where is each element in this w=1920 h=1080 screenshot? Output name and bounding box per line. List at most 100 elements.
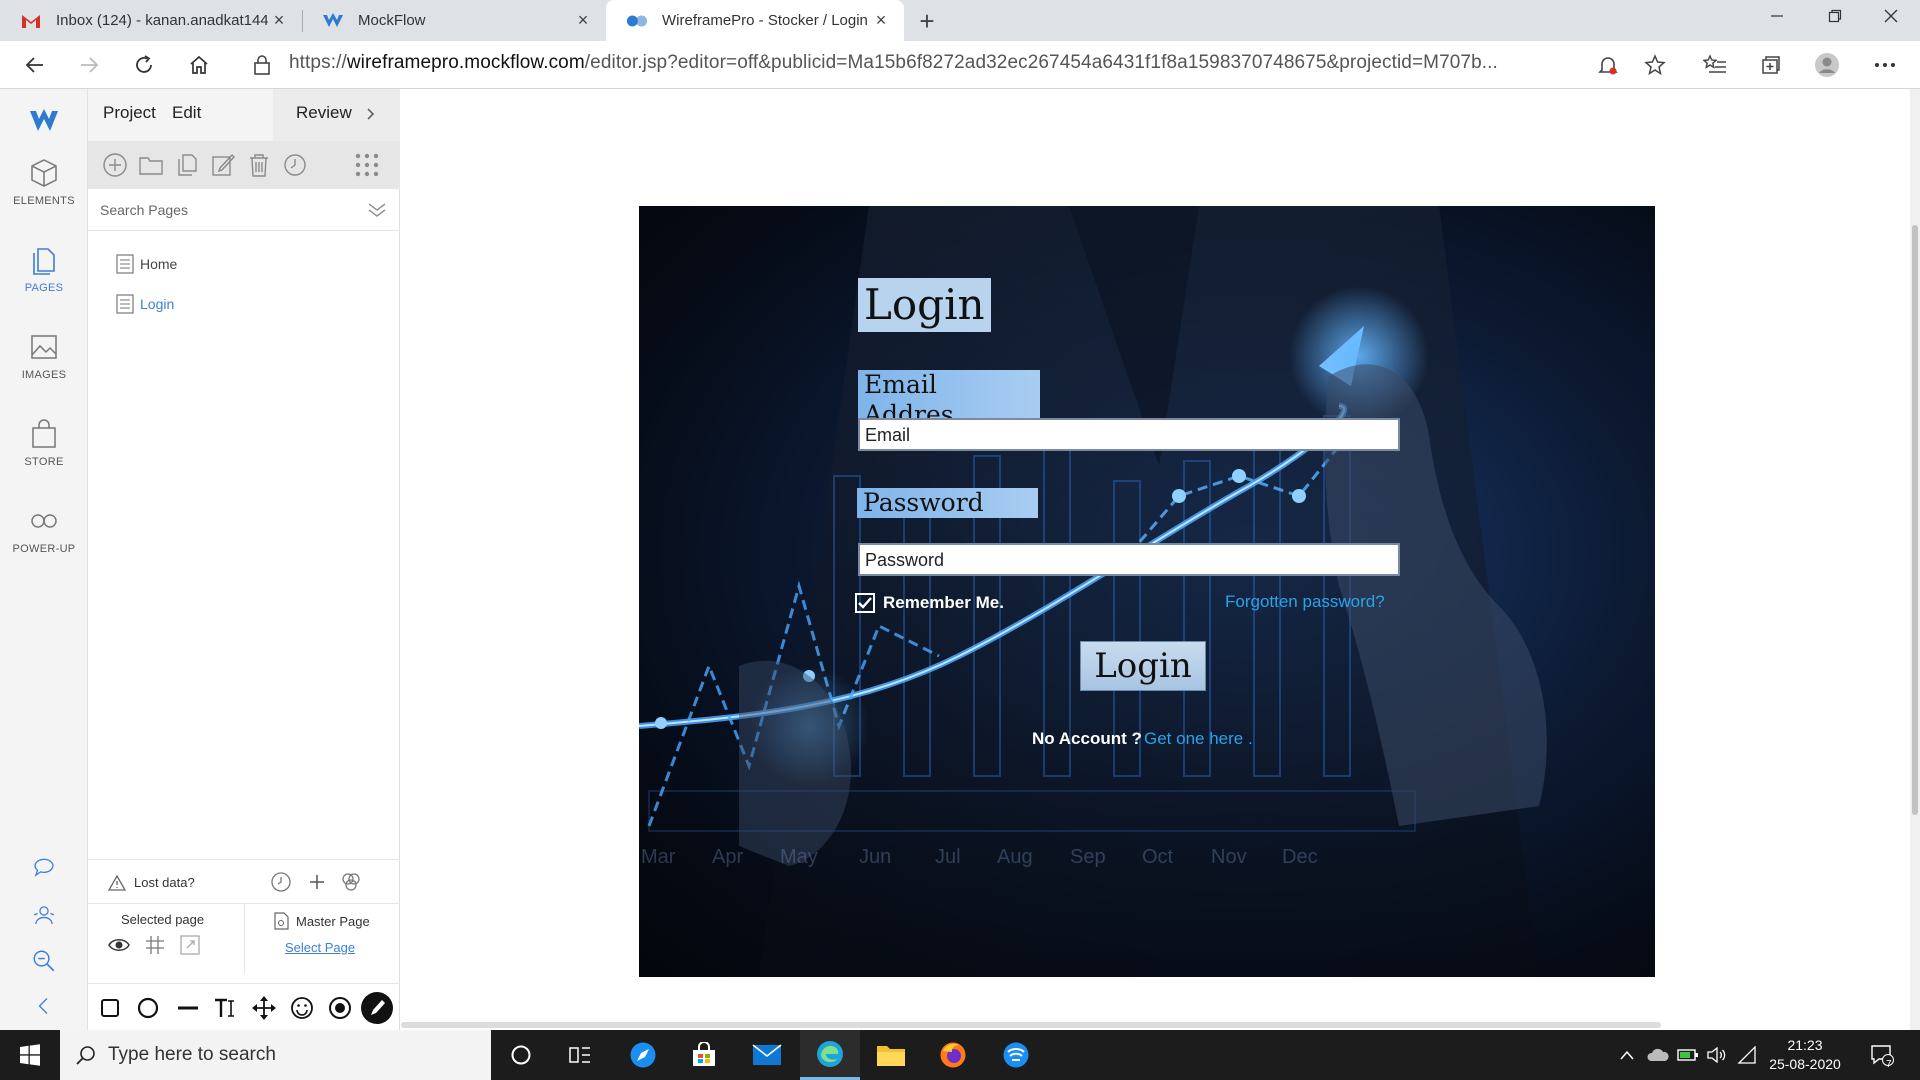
url-field[interactable]: https://wireframepro.mockflow.com/editor… — [289, 52, 1498, 74]
lost-data-bar: Lost data? — [88, 859, 400, 903]
tab-gmail[interactable]: Inbox (124) - kanan.anadkat1441 × — [0, 0, 302, 41]
favorites-list-icon[interactable] — [1700, 50, 1730, 80]
search-pages-input[interactable]: Search Pages — [100, 202, 188, 218]
plus-icon[interactable] — [306, 871, 328, 893]
layers-settings-icon[interactable] — [340, 871, 362, 893]
firefox-icon[interactable] — [923, 1030, 983, 1080]
close-icon[interactable]: × — [268, 10, 290, 32]
close-icon[interactable]: × — [572, 10, 594, 32]
minimize-button[interactable] — [1748, 0, 1806, 32]
page-item-login[interactable]: Login — [116, 294, 174, 314]
menu-review[interactable]: Review — [296, 103, 352, 123]
double-chevron-down-icon[interactable] — [367, 201, 387, 219]
forgot-password-link[interactable]: Forgotten password? — [1225, 592, 1385, 612]
taskbar-search-box[interactable]: Type here to search — [60, 1030, 491, 1080]
month-label: May — [780, 846, 818, 868]
cortana-icon[interactable] — [491, 1030, 551, 1080]
month-label: Jun — [859, 846, 892, 868]
search-pages-field[interactable]: Search Pages — [88, 189, 400, 231]
menu-edit[interactable]: Edit — [172, 103, 201, 123]
rail-power-up[interactable]: POWER-UP — [0, 505, 88, 555]
safari-browser-icon[interactable] — [613, 1030, 673, 1080]
checkbox-checked-icon[interactable] — [855, 593, 875, 613]
remember-me-checkbox[interactable]: Remember Me. — [855, 593, 1004, 613]
wireframe-login-frame[interactable]: Mar Apr May Jun Jul Aug Sep Oct Nov Dec … — [639, 206, 1655, 977]
page-item-home[interactable]: Home — [116, 254, 177, 274]
tab-mockflow[interactable]: MockFlow × — [302, 0, 606, 41]
back-arrow-icon[interactable] — [20, 50, 50, 80]
rail-pages[interactable]: PAGES — [0, 244, 88, 294]
resize-icon[interactable] — [180, 935, 200, 955]
password-label[interactable]: Password — [857, 488, 1038, 518]
new-tab-button[interactable]: + — [912, 6, 942, 36]
add-page-icon[interactable] — [102, 152, 128, 178]
restore-button[interactable] — [1806, 0, 1864, 32]
windows-start-icon[interactable] — [0, 1030, 60, 1080]
collapse-chevron-icon[interactable] — [0, 994, 88, 1024]
more-options-icon[interactable] — [1870, 50, 1900, 80]
zoom-icon[interactable] — [0, 948, 88, 980]
wifi-app-icon[interactable] — [986, 1030, 1046, 1080]
onedrive-icon[interactable] — [1643, 1030, 1673, 1080]
rail-elements[interactable]: ELEMENTS — [0, 157, 88, 207]
lock-icon[interactable] — [247, 50, 277, 80]
chat-icon[interactable] — [0, 854, 88, 886]
chevron-right-icon[interactable] — [363, 107, 377, 121]
email-input[interactable]: Email — [858, 418, 1400, 451]
favorite-star-icon[interactable] — [1640, 50, 1670, 80]
vertical-scroll-thumb[interactable] — [1912, 225, 1918, 815]
close-window-button[interactable] — [1862, 0, 1920, 32]
rectangle-tool-icon[interactable] — [96, 994, 124, 1022]
chevron-up-icon[interactable] — [1612, 1030, 1642, 1080]
circle-tool-icon[interactable] — [134, 994, 162, 1022]
horizontal-scrollbar[interactable] — [401, 1022, 1661, 1028]
file-explorer-icon[interactable] — [861, 1030, 921, 1080]
edit-icon[interactable] — [210, 152, 236, 178]
mockflow-logo[interactable] — [0, 105, 88, 143]
collaborators-icon[interactable] — [0, 902, 88, 934]
battery-icon[interactable] — [1673, 1030, 1703, 1080]
line-tool-icon[interactable] — [174, 994, 202, 1022]
pen-tool-icon[interactable] — [360, 991, 394, 1025]
select-page-link[interactable]: Select Page — [285, 940, 355, 955]
home-icon[interactable] — [184, 50, 214, 80]
move-tool-icon[interactable] — [250, 994, 278, 1022]
network-icon[interactable] — [1732, 1030, 1762, 1080]
system-clock[interactable]: 21:23 25-08-2020 — [1762, 1036, 1848, 1074]
profile-avatar-icon[interactable] — [1812, 50, 1842, 80]
lost-data-link[interactable]: Lost data? — [134, 875, 195, 890]
mail-icon[interactable] — [737, 1030, 797, 1080]
folder-icon[interactable] — [138, 152, 164, 178]
eye-icon[interactable] — [108, 936, 130, 954]
login-button[interactable]: Login — [1080, 641, 1206, 691]
notification-center-icon[interactable]: 7 — [1862, 1030, 1902, 1080]
refresh-icon[interactable] — [129, 50, 159, 80]
radio-tool-icon[interactable] — [326, 994, 354, 1022]
emoji-tool-icon[interactable] — [288, 994, 316, 1022]
history-icon[interactable] — [270, 871, 292, 893]
master-page-icon — [274, 912, 289, 930]
password-input[interactable]: Password — [858, 543, 1400, 576]
collections-icon[interactable] — [1756, 50, 1786, 80]
grid-dots-icon[interactable] — [354, 152, 380, 178]
rail-store[interactable]: STORE — [0, 418, 88, 468]
forward-arrow-icon[interactable] — [74, 50, 104, 80]
trash-icon[interactable] — [246, 152, 272, 178]
signup-link[interactable]: Get one here . — [1144, 729, 1253, 749]
menu-project[interactable]: Project — [103, 103, 156, 123]
tab-wireframepro[interactable]: WireframePro - Stocker / Login × — [606, 0, 904, 41]
panel-menu: Project Edit Review — [88, 89, 400, 141]
taskbar-search-input[interactable]: Type here to search — [108, 1044, 276, 1066]
history-icon[interactable] — [282, 152, 308, 178]
edge-browser-icon[interactable] — [800, 1030, 860, 1080]
rail-images[interactable]: IMAGES — [0, 331, 88, 381]
notification-bell-icon[interactable] — [1593, 50, 1623, 80]
close-icon[interactable]: × — [870, 10, 892, 32]
task-view-icon[interactable] — [550, 1030, 610, 1080]
grid-icon[interactable] — [145, 935, 165, 955]
text-tool-icon[interactable] — [212, 994, 240, 1022]
duplicate-icon[interactable] — [174, 152, 200, 178]
login-title[interactable]: Login — [858, 278, 991, 332]
volume-icon[interactable] — [1702, 1030, 1732, 1080]
store-icon[interactable] — [674, 1030, 734, 1080]
